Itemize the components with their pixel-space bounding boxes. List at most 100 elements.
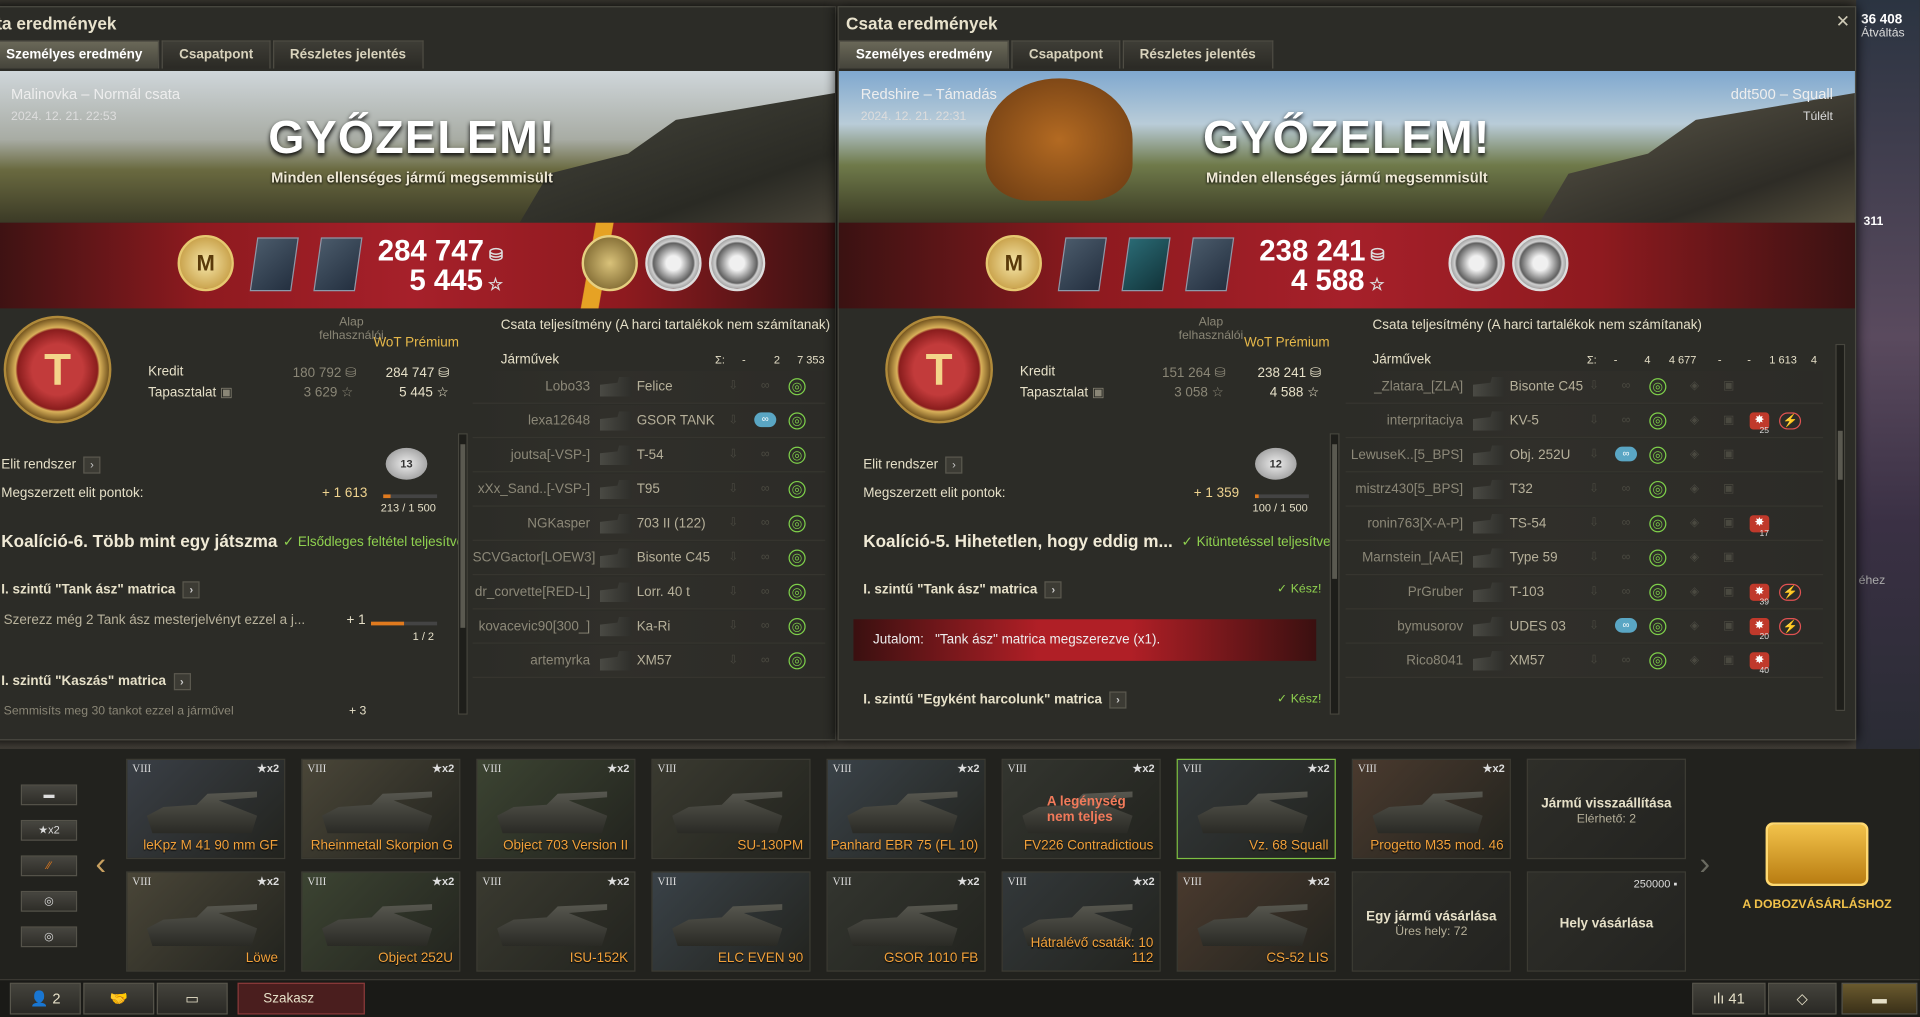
tank-icon	[1472, 582, 1505, 603]
rank-badge-icon[interactable]	[1057, 237, 1107, 292]
xp-star-icon: ☆	[436, 385, 449, 401]
vehicle-card[interactable]: VIII ★x2 Rheinmetall Skorpion G	[301, 758, 461, 860]
carousel-left-arrow-icon[interactable]: ‹	[96, 844, 107, 882]
anchor-medal-icon[interactable]	[1512, 234, 1569, 292]
tab-detailed[interactable]: Részletes jelentés	[1122, 40, 1273, 69]
vehicle-card[interactable]: VIII ★x2 Vz. 68 Squall	[1176, 758, 1336, 860]
tank-name: T32	[1509, 482, 1533, 497]
vehicle-card[interactable]: VIII ★x2 Panhard EBR 75 (FL 10)	[826, 758, 986, 860]
double-xp-badge: ★x2	[1307, 875, 1330, 888]
tier-label: VIII	[307, 875, 327, 888]
filter-x2-button[interactable]: ★x2	[20, 819, 78, 841]
tab-team[interactable]: Csapatpont	[161, 40, 271, 69]
close-icon[interactable]: ✕	[1836, 11, 1850, 32]
exchange-link[interactable]: Átváltás	[1861, 27, 1905, 40]
carousel-right-arrow-icon[interactable]: ›	[1699, 844, 1710, 882]
vehicle-card[interactable]: VIII ★x2 A legénység nem teljes FV226 Contr…	[1001, 758, 1161, 860]
tank-icon	[599, 582, 632, 603]
double-xp-badge: ★x2	[1132, 875, 1155, 888]
tank-medal-icon[interactable]	[581, 234, 638, 292]
vehicle-name: ISU-152K	[569, 950, 629, 966]
vehicle-card[interactable]: VIII ★x2 Hátralévő csaták: 10 112	[1001, 871, 1161, 972]
buy-vehicle-card[interactable]: Egy jármű vásárlása Üres hely: 72	[1351, 871, 1511, 972]
platoon-button[interactable]: Szakasz	[237, 982, 365, 1015]
table-row: Marnstein_[AAE] Type 59 ⇩ ∞ ◎ ◈ ▣	[1345, 542, 1824, 576]
mastery-medal-icon[interactable]: M	[177, 234, 234, 292]
elite-level-badge: 13	[385, 447, 428, 480]
achievement-badge-icon[interactable]	[313, 237, 363, 292]
chevron-right-icon[interactable]: ›	[945, 456, 963, 474]
elite-system-label[interactable]: Elit rendszer ›	[1, 456, 101, 474]
vehicle-name: Hátralévő csaták: 10 112	[1030, 936, 1154, 966]
vehicle-card[interactable]: VIII ★x2 ISU-152K	[476, 871, 636, 972]
filter-gold-icon[interactable]: ◎	[20, 926, 78, 948]
left-scrollbar[interactable]	[457, 433, 468, 715]
chat-button[interactable]: ▭	[156, 982, 228, 1015]
mastery-medal-icon[interactable]: M	[985, 234, 1042, 292]
matrix2-title[interactable]: I. szintű "Egyként harcolunk" matrica ›	[863, 691, 1127, 709]
matrix1-title[interactable]: I. szintű "Tank ász" matrica ›	[1, 581, 200, 599]
treasure-chest-icon[interactable]	[1765, 822, 1869, 887]
vehicle-card[interactable]: VIII SU-130PM	[651, 758, 811, 860]
vehicle-card[interactable]: VIII ★x2 leKpz M 41 90 mm GF	[126, 758, 286, 860]
restore-vehicle-card[interactable]: Jármű visszaállítása Elérhető: 2	[1526, 758, 1686, 860]
filter-tank-icon[interactable]: ▬	[20, 784, 78, 806]
chest-label[interactable]: A DOBOZVÁSÁRLÁSHOZ	[1739, 898, 1896, 911]
handshake-button[interactable]: 🤝	[83, 982, 155, 1015]
vehicle-card[interactable]: VIII ★x2 Object 703 Version II	[476, 758, 636, 860]
filter-stripe-icon[interactable]: ⁄⁄	[20, 855, 78, 877]
tank-silhouette	[497, 904, 608, 946]
tank-icon	[599, 651, 632, 671]
friends-button[interactable]: 👤 2	[9, 982, 81, 1015]
vehicle-card[interactable]: VIII ★x2 GSOR 1010 FB	[826, 871, 986, 972]
vehicle-card[interactable]: VIII ELC EVEN 90	[651, 871, 811, 972]
center-scrollbar[interactable]	[1329, 433, 1340, 715]
player-name: lexa12648	[527, 413, 591, 429]
battle-results-window-right: Csata eredmények ✕ Személyes eredmény Cs…	[837, 6, 1857, 741]
wheel-medal-icon[interactable]	[645, 234, 702, 292]
spotting-icon: ∞	[760, 447, 770, 462]
anchor-medal-icon[interactable]	[708, 234, 766, 292]
arrow-down-icon: ⇩	[1589, 584, 1600, 599]
vehicle-card[interactable]: VIII ★x2 Löwe	[126, 871, 286, 972]
gold-icon: ▪	[1673, 877, 1678, 890]
achievement-badge-icon[interactable]	[1121, 237, 1171, 292]
chevron-right-icon[interactable]: ›	[1044, 581, 1062, 599]
vehicle-card[interactable]: VIII ★x2 Object 252U	[301, 871, 461, 972]
achievement-badge-icon[interactable]	[1185, 237, 1235, 292]
assist-icon: ◎	[1649, 652, 1667, 670]
reward-band: M 284 747 ⛁ 5 445 ☆	[0, 222, 836, 309]
tab-detailed[interactable]: Részletes jelentés	[272, 40, 424, 69]
chevron-right-icon[interactable]: ›	[173, 673, 191, 691]
wheel-medal-icon[interactable]	[1448, 234, 1505, 292]
tab-personal[interactable]: Személyes eredmény	[838, 40, 1010, 69]
matrix2-title[interactable]: I. szintű "Kaszás" matrica ›	[1, 673, 191, 691]
diamond-button[interactable]: ◇	[1768, 982, 1837, 1015]
tier-label: VIII	[657, 875, 677, 888]
stats-button[interactable]: ılı 41	[1692, 982, 1766, 1015]
vehicle-card[interactable]: VIII ★x2 CS-52 LIS	[1176, 871, 1336, 972]
tank-silhouette	[146, 904, 258, 946]
window-title: Csata eredmények	[846, 13, 998, 34]
buy-slot-card[interactable]: 250000 ▪ Hely vásárlása	[1526, 871, 1686, 972]
matrix1-title[interactable]: I. szintű "Tank ász" matrica ›	[863, 581, 1062, 599]
tank-icon	[1472, 513, 1505, 534]
tab-team[interactable]: Csapatpont	[1011, 40, 1121, 69]
tab-personal[interactable]: Személyes eredmény	[0, 40, 160, 69]
chevron-right-icon[interactable]: ›	[182, 581, 200, 599]
blocked-icon: ▣	[1723, 379, 1735, 393]
double-xp-badge: ★x2	[1482, 762, 1505, 775]
vehicle-button[interactable]: ▬	[1841, 982, 1918, 1015]
tier-label: VIII	[832, 875, 852, 888]
chevron-right-icon[interactable]: ›	[1109, 691, 1127, 709]
elite-system-label[interactable]: Elit rendszer ›	[863, 456, 963, 474]
tank-icon	[599, 479, 632, 500]
filter-premium-icon[interactable]: ◎	[20, 890, 78, 912]
credits-icon: ⛁	[1370, 244, 1385, 265]
right-scrollbar[interactable]	[1835, 343, 1846, 712]
rank-badge-icon[interactable]	[249, 237, 299, 292]
table-row: Rico8041 XM57 ⇩ ∞ ◎ ◈ ▣ ✸ 40	[1345, 644, 1824, 678]
kill-count: 20	[1759, 632, 1770, 642]
vehicle-card[interactable]: VIII ★x2 Progetto M35 mod. 46	[1351, 758, 1511, 860]
chevron-right-icon[interactable]: ›	[83, 456, 101, 474]
